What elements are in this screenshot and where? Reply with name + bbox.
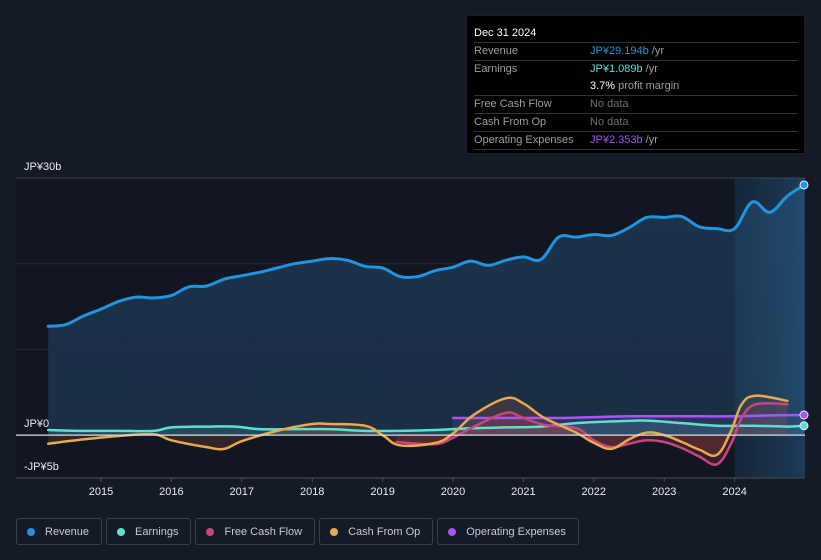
x-axis-label: 2018 [300, 486, 324, 498]
tooltip-row: Free Cash Flow No data [474, 96, 797, 114]
tooltip-row: Revenue JP¥29.194b /yr [474, 43, 797, 61]
tooltip-label: Revenue [474, 45, 519, 57]
tooltip-value: 3.7% profit margin [590, 80, 680, 92]
tooltip-row: Earnings JP¥1.089b /yr [474, 61, 797, 78]
forecast-highlight-region [734, 178, 805, 478]
y-axis-label: JP¥30b [24, 161, 61, 173]
revenue-endpoint-marker [799, 180, 809, 190]
x-axis-label: 2021 [511, 486, 535, 498]
tooltip-value: No data [590, 98, 629, 110]
tooltip: Dec 31 2024 Revenue JP¥29.194b /yr Earning… [466, 15, 805, 154]
tooltip-label [474, 78, 590, 95]
tooltip-value: JP¥29.194b /yr [590, 45, 664, 57]
tooltip-value: No data [590, 116, 629, 128]
legend-dot-icon [27, 527, 35, 536]
legend: Revenue Earnings Free Cash Flow Cash From O… [16, 518, 579, 545]
x-axis-label: 2023 [652, 486, 676, 498]
x-axis-label: 2024 [722, 486, 746, 498]
tooltip-label: Earnings [474, 63, 518, 75]
x-axis-label: 2022 [582, 486, 606, 498]
y-axis-label: JP¥0 [24, 418, 49, 430]
legend-item-revenue[interactable]: Revenue [16, 518, 103, 545]
legend-label: Cash From Op [348, 525, 421, 538]
legend-dot-icon [330, 527, 339, 536]
legend-dot-icon [448, 527, 457, 536]
tooltip-label: Operating Expenses [474, 134, 574, 146]
tooltip-row: 3.7% profit margin [474, 78, 797, 96]
tooltip-row: Cash From Op No data [474, 114, 797, 132]
legend-dot-icon [206, 527, 215, 536]
y-axis-label: -JP¥5b [24, 461, 59, 473]
tooltip-label: Cash From Op [474, 116, 547, 128]
x-axis-label: 2016 [159, 486, 183, 498]
legend-item-operating-expenses[interactable]: Operating Expenses [437, 518, 579, 545]
legend-label: Earnings [135, 525, 179, 538]
legend-dot-icon [117, 527, 126, 536]
earnings-endpoint-marker [799, 421, 809, 431]
tooltip-date: Dec 31 2024 [474, 22, 797, 43]
legend-label: Operating Expenses [466, 525, 566, 538]
legend-item-free-cash-flow[interactable]: Free Cash Flow [195, 518, 316, 545]
x-axis-label: 2020 [441, 486, 465, 498]
legend-item-cash-from-op[interactable]: Cash From Op [319, 518, 434, 545]
tooltip-label: Free Cash Flow [474, 98, 552, 110]
operating-expenses-endpoint-marker [799, 410, 809, 420]
legend-item-earnings[interactable]: Earnings [106, 518, 192, 545]
x-axis-label: 2015 [89, 486, 113, 498]
tooltip-value: JP¥1.089b /yr [590, 63, 658, 75]
tooltip-row: Operating Expenses JP¥2.353b /yr [474, 132, 797, 150]
x-axis-label: 2019 [370, 486, 394, 498]
legend-label: Free Cash Flow [224, 525, 303, 538]
x-axis-label: 2017 [230, 486, 254, 498]
legend-label: Revenue [45, 525, 90, 538]
tooltip-value: JP¥2.353b /yr [590, 134, 658, 146]
